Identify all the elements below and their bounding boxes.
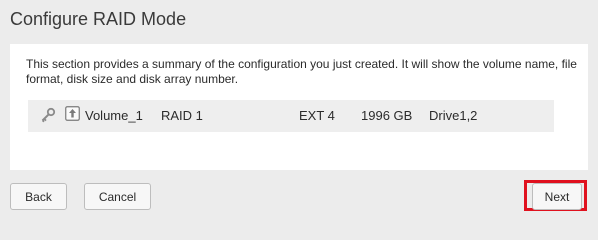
raid-mode: RAID 1 <box>161 108 203 123</box>
summary-panel: This section provides a summary of the c… <box>10 44 588 170</box>
key-icon <box>41 107 56 123</box>
file-format: EXT 4 <box>299 108 335 123</box>
summary-description: This section provides a summary of the c… <box>26 57 577 86</box>
disk-size: 1996 GB <box>361 108 413 123</box>
back-button[interactable]: Back <box>10 183 67 210</box>
disk-array: Drive1,2 <box>429 108 478 123</box>
upload-icon <box>65 106 80 121</box>
cancel-button[interactable]: Cancel <box>84 183 151 210</box>
page-title: Configure RAID Mode <box>10 9 187 29</box>
next-button[interactable]: Next <box>532 183 582 210</box>
volume-summary-row: Volume_1 RAID 1 EXT 4 1996 GB Drive1,2 <box>28 100 554 132</box>
volume-name: Volume_1 <box>85 108 143 123</box>
